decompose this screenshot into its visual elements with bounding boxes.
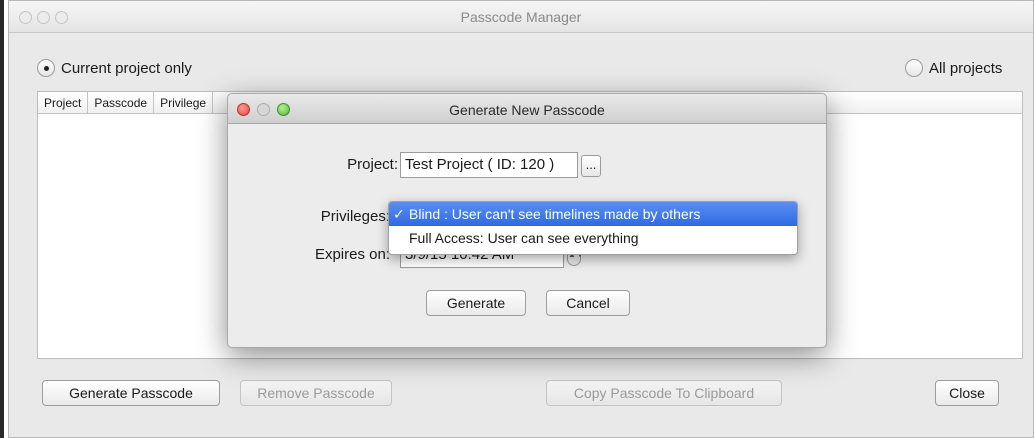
window-title: Passcode Manager [460, 9, 582, 25]
dialog-title: Generate New Passcode [449, 102, 605, 118]
expires-label: Expires on: [314, 246, 390, 263]
checkmark-icon: ✓ [393, 206, 405, 222]
current-project-label: Current project only [61, 59, 192, 77]
generate-passcode-button[interactable]: Generate Passcode [42, 380, 220, 406]
privilege-option-label: Blind : User can't see timelines made by… [409, 206, 701, 222]
all-projects-radio[interactable] [905, 59, 923, 77]
window-edge [0, 0, 4, 438]
privilege-option-label: Full Access: User can see everything [409, 230, 639, 246]
column-header-project[interactable]: Project [38, 91, 89, 114]
remove-passcode-button[interactable]: Remove Passcode [240, 380, 392, 406]
all-projects-label: All projects [929, 59, 1003, 77]
project-label: Project: [347, 156, 398, 173]
dialog-generate-button[interactable]: Generate [426, 290, 526, 316]
dialog-cancel-button[interactable]: Cancel [546, 290, 630, 316]
title-bar: Passcode Manager [9, 1, 1033, 33]
all-projects-radio-option[interactable]: All projects [905, 59, 1002, 77]
current-project-radio[interactable] [37, 59, 55, 77]
project-field[interactable]: Test Project ( ID: 120 ) [400, 152, 578, 178]
column-header-privilege[interactable]: Privilege [154, 91, 214, 114]
privilege-option-blind[interactable]: ✓ Blind : User can't see timelines made b… [389, 202, 797, 226]
current-project-radio-option[interactable]: Current project only [37, 59, 192, 77]
privileges-label: Privileges: [320, 208, 390, 225]
browse-project-button[interactable]: ... [581, 155, 601, 177]
close-button[interactable]: Close [935, 380, 999, 406]
column-header-passcode[interactable]: Passcode [88, 91, 155, 114]
privilege-option-full-access[interactable]: Full Access: User can see everything [389, 226, 797, 250]
dialog-title-bar: Generate New Passcode [228, 94, 826, 124]
copy-passcode-button[interactable]: Copy Passcode To Clipboard [546, 380, 782, 406]
privileges-dropdown-menu: ✓ Blind : User can't see timelines made b… [388, 201, 798, 255]
